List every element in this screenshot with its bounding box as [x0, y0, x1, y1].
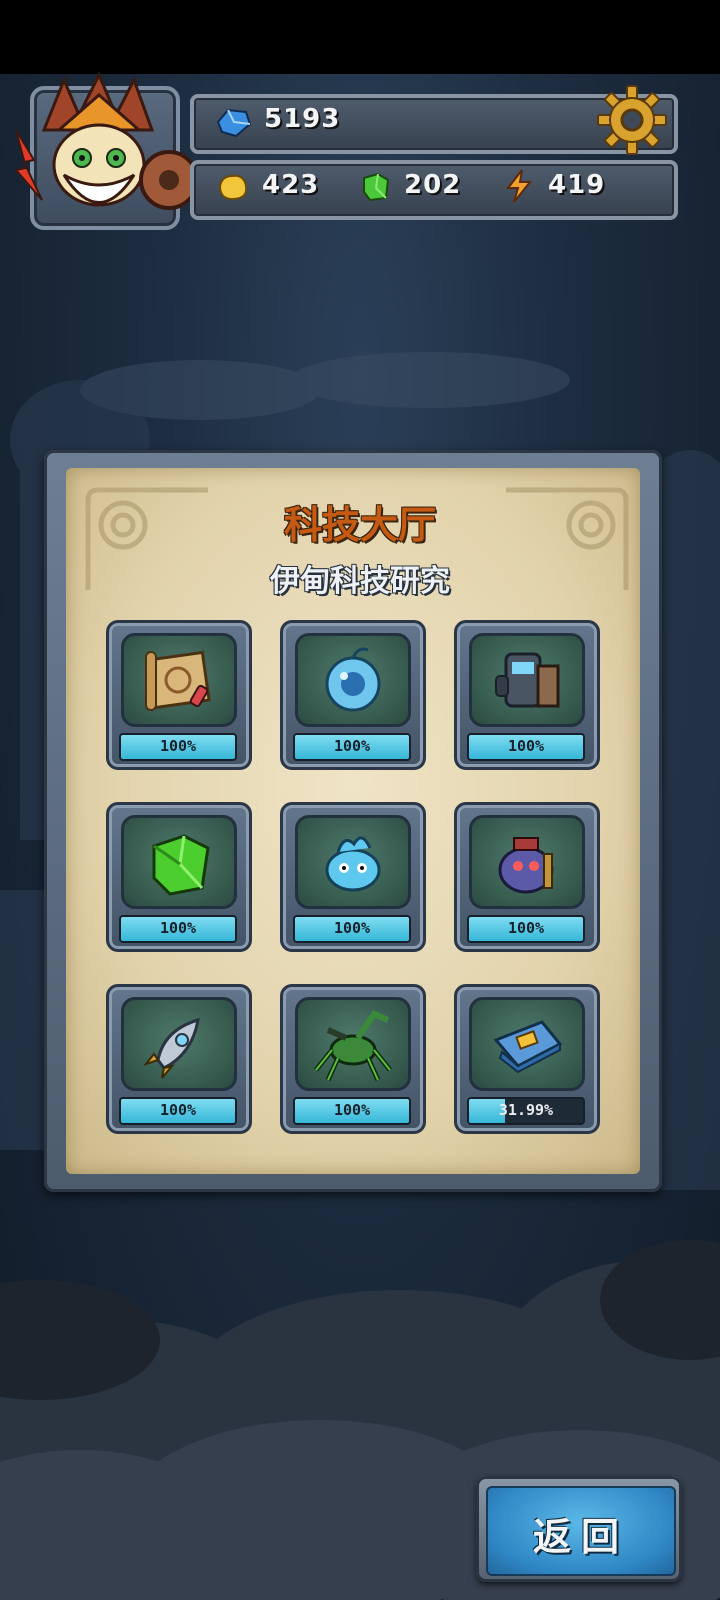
progress-label: 100% [159, 919, 197, 937]
status-bar-area [0, 0, 720, 74]
progress-label: 100% [159, 737, 197, 755]
tech-slot-4[interactable]: 100% [106, 802, 252, 952]
progress-bar: 100% [119, 915, 237, 943]
gear-icon[interactable] [596, 84, 668, 156]
purple-monster-icon [498, 837, 554, 894]
progress-bar: 100% [293, 1097, 411, 1125]
progress-label: 100% [333, 1101, 371, 1119]
rocket-icon [143, 1017, 200, 1079]
progress-label: 100% [507, 737, 545, 755]
lightning-icon [505, 169, 533, 203]
tech-slot-3[interactable]: 100% [454, 620, 600, 770]
green-crystal-icon [363, 172, 390, 202]
back-button[interactable]: 返回 [476, 1476, 682, 1582]
progress-bar: 100% [119, 1097, 237, 1125]
circuit-chip-icon [493, 1020, 563, 1074]
progress-label: 31.99% [498, 1101, 554, 1119]
gems-count: 5193 [264, 104, 341, 134]
player-avatar[interactable] [4, 70, 194, 225]
map-scroll-icon [145, 650, 211, 711]
green-crystal-icon [152, 834, 210, 896]
back-button-label: 返回 [532, 1515, 629, 1559]
progress-label: 100% [507, 919, 545, 937]
robot-armor-icon [495, 652, 560, 708]
gold-count: 423 [262, 170, 320, 200]
tech-slot-5[interactable]: 100% [280, 802, 426, 952]
blue-orb-icon [325, 647, 381, 712]
crystal-count: 202 [404, 170, 462, 200]
tech-slot-1[interactable]: 100% [106, 620, 252, 770]
tech-slot-2[interactable]: 100% [280, 620, 426, 770]
progress-bar: 100% [119, 733, 237, 761]
progress-bar: 100% [467, 915, 585, 943]
tech-slot-6[interactable]: 100% [454, 802, 600, 952]
blue-creature-icon [325, 836, 381, 892]
progress-label: 100% [333, 737, 371, 755]
tech-slot-8[interactable]: 100% [280, 984, 426, 1134]
gold-nugget-icon [218, 174, 248, 201]
energy-count: 419 [548, 170, 606, 200]
blue-gem-icon [216, 108, 252, 138]
progress-bar: 31.99% [467, 1097, 585, 1125]
progress-bar: 100% [293, 915, 411, 943]
progress-bar: 100% [467, 733, 585, 761]
panel-title: 科技大厅 [283, 503, 436, 547]
progress-label: 100% [159, 1101, 197, 1119]
panel-subtitle: 伊甸科技研究 [270, 564, 450, 599]
progress-bar: 100% [293, 733, 411, 761]
tech-slot-9[interactable]: 31.99% [454, 984, 600, 1134]
tech-slot-7[interactable]: 100% [106, 984, 252, 1134]
mech-spider-icon [314, 1010, 392, 1082]
progress-label: 100% [333, 919, 371, 937]
